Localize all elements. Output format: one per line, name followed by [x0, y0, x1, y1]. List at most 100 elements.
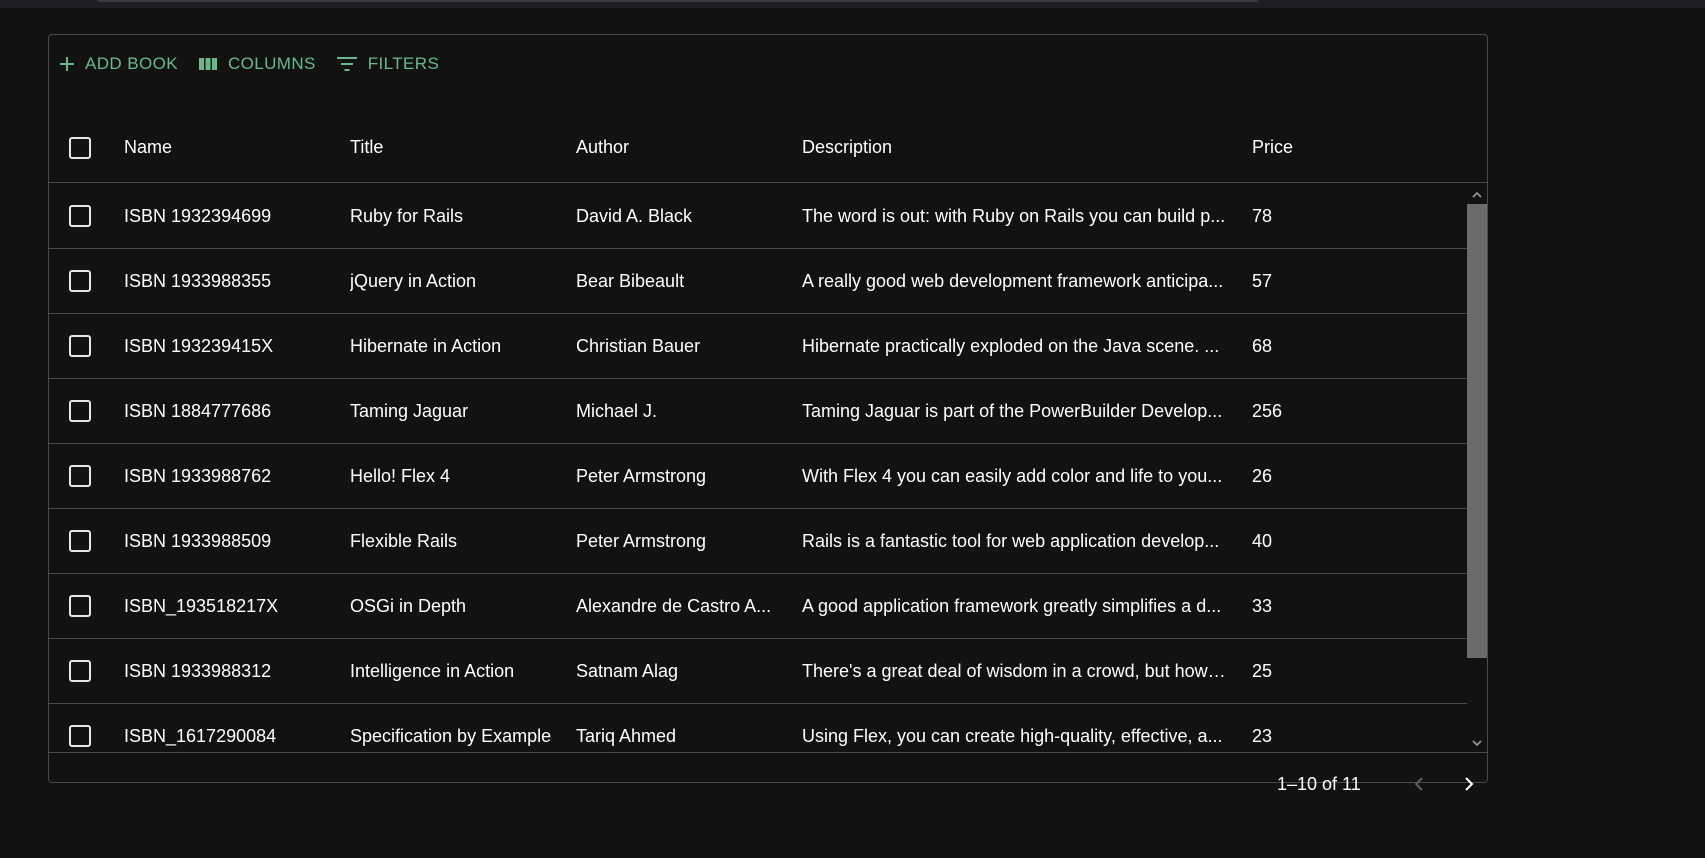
cell-title[interactable]: Intelligence in Action — [350, 639, 560, 704]
cell-description[interactable]: The word is out: with Ruby on Rails you … — [802, 184, 1227, 249]
cell-price[interactable]: 40 — [1252, 509, 1352, 574]
table-row[interactable]: ISBN 193239415X Hibernate in Action Chri… — [49, 314, 1467, 379]
row-checkbox[interactable] — [69, 205, 91, 227]
cell-price[interactable]: 68 — [1252, 314, 1352, 379]
cell-name[interactable]: ISBN_193518217X — [124, 574, 339, 639]
checkbox-box[interactable] — [69, 660, 91, 682]
row-checkbox[interactable] — [69, 660, 91, 682]
grid-footer: 1–10 of 11 — [49, 752, 1487, 814]
column-header-description[interactable]: Description — [802, 123, 1232, 171]
cell-author[interactable]: Peter Armstrong — [576, 444, 776, 509]
cell-title[interactable]: Hibernate in Action — [350, 314, 560, 379]
checkbox-box[interactable] — [69, 725, 91, 747]
cell-author[interactable]: David A. Black — [576, 184, 776, 249]
scroll-thumb[interactable] — [1467, 204, 1487, 658]
row-checkbox[interactable] — [69, 725, 91, 747]
checkbox-box[interactable] — [69, 465, 91, 487]
filters-button[interactable]: Filters — [336, 49, 439, 79]
cell-description[interactable]: Rails is a fantastic tool for web applic… — [802, 509, 1227, 574]
row-checkbox[interactable] — [69, 335, 91, 357]
cell-title[interactable]: OSGi in Depth — [350, 574, 560, 639]
column-header-row: Name Title Author Description Price — [49, 95, 1487, 183]
select-all-checkbox[interactable] — [69, 137, 91, 159]
cell-price[interactable]: 26 — [1252, 444, 1352, 509]
cell-title[interactable]: jQuery in Action — [350, 249, 560, 314]
cell-author[interactable]: Peter Armstrong — [576, 509, 776, 574]
cell-description[interactable]: A good application framework greatly sim… — [802, 574, 1227, 639]
table-row[interactable]: ISBN 1932394699 Ruby for Rails David A. … — [49, 184, 1467, 249]
cell-price[interactable]: 57 — [1252, 249, 1352, 314]
filter-icon — [336, 55, 358, 73]
checkbox-box[interactable] — [69, 205, 91, 227]
cell-description[interactable]: Hibernate practically exploded on the Ja… — [802, 314, 1227, 379]
columns-label: Columns — [227, 54, 316, 73]
cell-author[interactable]: Tariq Ahmed — [576, 704, 776, 752]
chevron-right-icon[interactable] — [1457, 772, 1481, 796]
row-checkbox[interactable] — [69, 465, 91, 487]
cell-title[interactable]: Taming Jaguar — [350, 379, 560, 444]
cell-name[interactable]: ISBN 1933988312 — [124, 639, 339, 704]
data-grid: Add Book Columns Filters Name Title Auth… — [48, 34, 1488, 794]
pagination-range: 1–10 of 11 — [1277, 774, 1361, 794]
row-checkbox[interactable] — [69, 595, 91, 617]
cell-name[interactable]: ISBN_1617290084 — [124, 704, 339, 752]
cell-name[interactable]: ISBN 1933988509 — [124, 509, 339, 574]
vertical-scrollbar[interactable] — [1467, 184, 1487, 752]
cell-title[interactable]: Hello! Flex 4 — [350, 444, 560, 509]
cell-price[interactable]: 256 — [1252, 379, 1352, 444]
cell-title[interactable]: Flexible Rails — [350, 509, 560, 574]
cell-author[interactable]: Alexandre de Castro A... — [576, 574, 776, 639]
cell-name[interactable]: ISBN 1933988355 — [124, 249, 339, 314]
table-row[interactable]: ISBN 1933988509 Flexible Rails Peter Arm… — [49, 509, 1467, 574]
checkbox-box[interactable] — [69, 530, 91, 552]
cell-author[interactable]: Satnam Alag — [576, 639, 776, 704]
table-row[interactable]: ISBN_193518217X OSGi in Depth Alexandre … — [49, 574, 1467, 639]
top-scroll-track — [98, 0, 1258, 2]
cell-name[interactable]: ISBN 1933988762 — [124, 444, 339, 509]
cell-author[interactable]: Michael J. — [576, 379, 776, 444]
grid-toolbar: Add Book Columns Filters — [59, 49, 459, 79]
checkbox-box[interactable] — [69, 400, 91, 422]
table-row[interactable]: ISBN 1933988312 Intelligence in Action S… — [49, 639, 1467, 704]
cell-description[interactable]: With Flex 4 you can easily add color and… — [802, 444, 1227, 509]
columns-button[interactable]: Columns — [198, 49, 316, 79]
row-checkbox[interactable] — [69, 530, 91, 552]
table-row[interactable]: ISBN 1884777686 Taming Jaguar Michael J.… — [49, 379, 1467, 444]
chevron-left-icon[interactable] — [1407, 772, 1431, 796]
row-checkbox[interactable] — [69, 400, 91, 422]
cell-price[interactable]: 33 — [1252, 574, 1352, 639]
cell-price[interactable]: 78 — [1252, 184, 1352, 249]
cell-title[interactable]: Ruby for Rails — [350, 184, 560, 249]
cell-description[interactable]: A really good web development framework … — [802, 249, 1227, 314]
table-row[interactable]: ISBN 1933988355 jQuery in Action Bear Bi… — [49, 249, 1467, 314]
cell-description[interactable]: Taming Jaguar is part of the PowerBuilde… — [802, 379, 1227, 444]
grid-body[interactable]: ISBN 1932394699 Ruby for Rails David A. … — [49, 184, 1467, 752]
scroll-down-arrow-icon[interactable] — [1471, 736, 1483, 748]
cell-author[interactable]: Christian Bauer — [576, 314, 776, 379]
plus-icon — [59, 56, 75, 72]
cell-name[interactable]: ISBN 1884777686 — [124, 379, 339, 444]
checkbox-box[interactable] — [69, 595, 91, 617]
cell-price[interactable]: 23 — [1252, 704, 1352, 752]
table-row[interactable]: ISBN 1933988762 Hello! Flex 4 Peter Arms… — [49, 444, 1467, 509]
cell-description[interactable]: Using Flex, you can create high-quality,… — [802, 704, 1227, 752]
row-checkbox[interactable] — [69, 270, 91, 292]
column-header-author[interactable]: Author — [576, 123, 786, 171]
cell-name[interactable]: ISBN 1932394699 — [124, 184, 339, 249]
cell-author[interactable]: Bear Bibeault — [576, 249, 776, 314]
column-header-name[interactable]: Name — [124, 123, 334, 171]
cell-name[interactable]: ISBN 193239415X — [124, 314, 339, 379]
browser-top-bar — [0, 0, 1705, 8]
column-header-title[interactable]: Title — [350, 123, 560, 171]
cell-title[interactable]: Specification by Example — [350, 704, 560, 752]
scroll-up-arrow-icon[interactable] — [1471, 188, 1483, 200]
checkbox-box[interactable] — [69, 335, 91, 357]
cell-description[interactable]: There's a great deal of wisdom in a crow… — [802, 639, 1227, 704]
cell-price[interactable]: 25 — [1252, 639, 1352, 704]
checkbox-box[interactable] — [69, 137, 91, 159]
filters-label: Filters — [367, 54, 440, 73]
column-header-price[interactable]: Price — [1252, 123, 1352, 171]
checkbox-box[interactable] — [69, 270, 91, 292]
table-row[interactable]: ISBN_1617290084 Specification by Example… — [49, 704, 1467, 752]
add-book-button[interactable]: Add Book — [59, 49, 178, 79]
